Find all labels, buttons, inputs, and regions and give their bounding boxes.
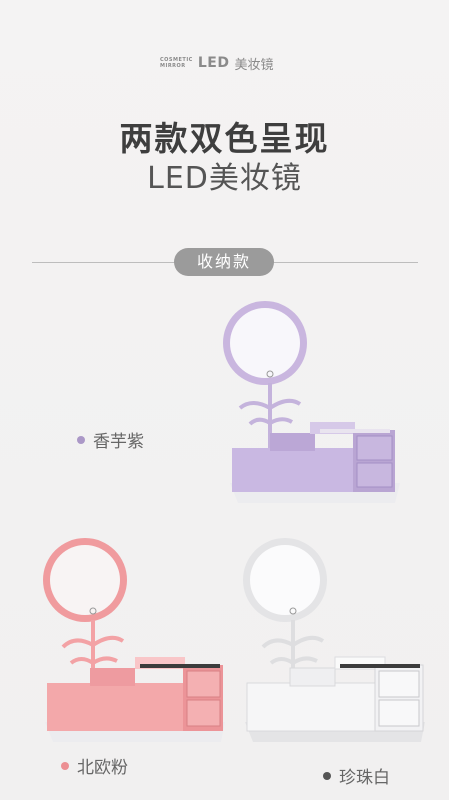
product-image-purple xyxy=(223,301,400,503)
section-pill: 收纳款 xyxy=(174,248,274,276)
variant-label-pink: 北欧粉 xyxy=(61,753,128,778)
variant-label-purple: 香芋紫 xyxy=(77,427,144,452)
variant-name-pink: 北欧粉 xyxy=(77,758,128,778)
color-dot-purple xyxy=(77,435,85,444)
brand-led: LED xyxy=(197,55,230,71)
variant-name-white: 珍珠白 xyxy=(339,768,390,788)
variant-label-white: 珍珠白 xyxy=(323,763,390,788)
brand-line-mirror: MIRROR xyxy=(160,63,186,69)
color-dot-pink xyxy=(61,761,69,770)
color-dot-white xyxy=(323,771,331,780)
headline-sub: LED美妆镜 xyxy=(147,161,302,196)
product-image-pink xyxy=(43,538,225,742)
brand-cn: 美妆镜 xyxy=(234,57,274,73)
product-image-white xyxy=(243,538,425,742)
brand-logo: COSMETIC MIRROR LED 美妆镜 xyxy=(160,52,290,74)
variant-name-purple: 香芋紫 xyxy=(93,432,144,452)
